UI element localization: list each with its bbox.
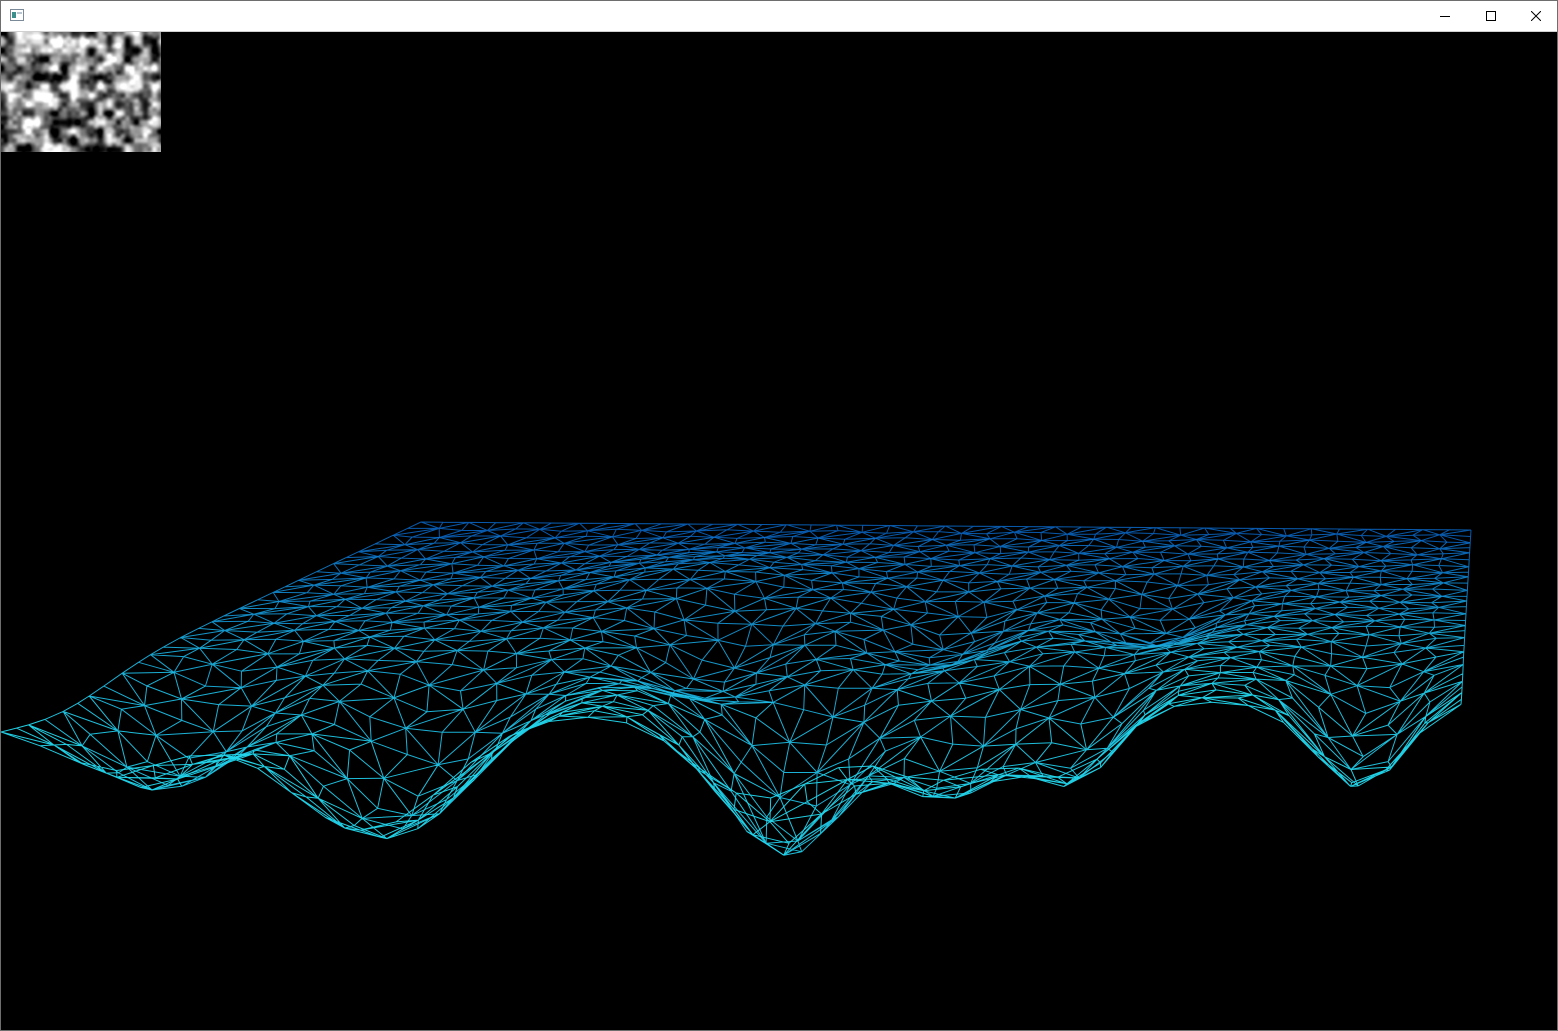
- title-bar[interactable]: [1, 1, 1557, 32]
- terrain-mesh-band: [88, 644, 1465, 807]
- close-icon: [1531, 11, 1541, 21]
- terrain-wireframe-mesh: [1, 521, 1472, 856]
- minimize-icon: [1440, 16, 1450, 17]
- minimize-button[interactable]: [1422, 1, 1468, 31]
- app-window-icon: [10, 9, 24, 21]
- close-button[interactable]: [1513, 1, 1557, 31]
- maximize-icon: [1486, 11, 1496, 21]
- render-viewport[interactable]: [1, 32, 1557, 1030]
- maximize-button[interactable]: [1468, 1, 1514, 31]
- application-window: [0, 0, 1558, 1031]
